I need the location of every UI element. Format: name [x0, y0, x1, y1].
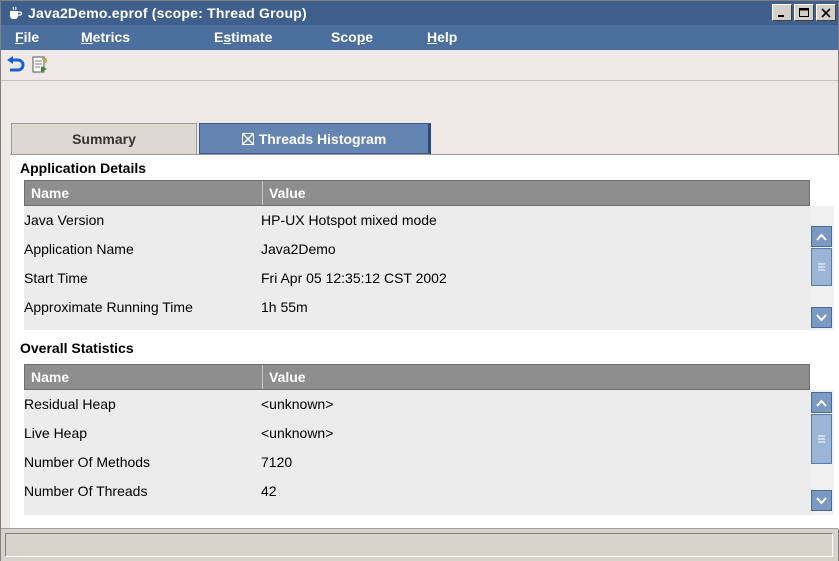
menu-metrics[interactable]: Metrics	[81, 29, 130, 46]
table-header: Name Value	[24, 180, 810, 206]
section-title-application-details: Application Details	[20, 160, 147, 176]
undo-icon[interactable]	[5, 55, 27, 75]
table-row[interactable]: Residual Heap <unknown>	[24, 390, 810, 419]
tab-summary[interactable]: Summary	[11, 123, 197, 154]
export-icon[interactable]	[29, 55, 51, 75]
table-row[interactable]: Number Of Threads 42	[24, 477, 810, 506]
minimize-icon[interactable]	[772, 4, 792, 21]
tab-threads-histogram[interactable]: Threads Histogram	[199, 123, 431, 154]
status-bar	[1, 528, 838, 561]
scroll-down-icon[interactable]	[811, 490, 832, 511]
window-controls	[770, 4, 836, 22]
cell-value: HP-UX Hotspot mixed mode	[261, 212, 437, 228]
column-header-name[interactable]: Name	[25, 181, 263, 205]
cell-name: Live Heap	[24, 425, 88, 441]
scroll-thumb[interactable]	[811, 414, 832, 464]
table-row[interactable]: Number Of Methods 7120	[24, 448, 810, 477]
table-row[interactable]: Application Name Java2Demo	[24, 235, 810, 264]
menu-bar: File Metrics Estimate Scope Help	[1, 25, 838, 50]
menu-help[interactable]: Help	[427, 29, 457, 46]
menu-file[interactable]: File	[15, 29, 39, 46]
table-row[interactable]: Live Heap <unknown>	[24, 419, 810, 448]
table-row[interactable]: Java Version HP-UX Hotspot mixed mode	[24, 206, 810, 235]
overall-statistics-table: Residual Heap <unknown> Live Heap <unkno…	[24, 390, 810, 515]
cell-name: Application Name	[24, 241, 134, 257]
cell-value: 42	[261, 483, 277, 499]
scroll-down-icon[interactable]	[811, 307, 832, 328]
column-header-value[interactable]: Value	[263, 365, 809, 389]
checkbox-icon[interactable]	[241, 133, 254, 145]
tab-strip: Summary Threads Histogram	[1, 81, 838, 157]
summary-panel: Application Details Name Value Java Vers…	[10, 154, 839, 529]
cell-value: <unknown>	[261, 396, 334, 412]
maximize-icon[interactable]	[794, 4, 814, 21]
table-row[interactable]: Approximate Running Time 1h 55m	[24, 293, 810, 322]
cell-value: <unknown>	[261, 425, 334, 441]
cell-value: 7120	[261, 454, 293, 470]
cell-name: Approximate Running Time	[24, 299, 193, 315]
scroll-up-icon[interactable]	[811, 226, 832, 247]
cell-value: Java2Demo	[261, 241, 336, 257]
cell-value: Fri Apr 05 12:35:12 CST 2002	[261, 270, 447, 286]
status-text	[5, 533, 833, 557]
cell-value: 1h 55m	[261, 299, 308, 315]
cell-name: Start Time	[24, 270, 88, 286]
menu-estimate[interactable]: Estimate	[214, 29, 272, 46]
application-details-table: Java Version HP-UX Hotspot mixed mode Ap…	[24, 206, 810, 330]
table-header: Name Value	[24, 364, 810, 390]
section-title-overall-statistics: Overall Statistics	[20, 340, 134, 356]
cell-name: Java Version	[24, 212, 105, 228]
toolbar	[1, 50, 838, 81]
column-header-value[interactable]: Value	[263, 181, 809, 205]
column-header-name[interactable]: Name	[25, 365, 263, 389]
cell-name: Number Of Threads	[24, 483, 148, 499]
cell-name: Number Of Methods	[24, 454, 151, 470]
scroll-up-icon[interactable]	[811, 392, 832, 413]
title-bar[interactable]: Java2Demo.eprof (scope: Thread Group)	[1, 1, 838, 25]
scroll-thumb[interactable]	[811, 248, 832, 286]
close-icon[interactable]	[816, 4, 836, 21]
application-window: Java2Demo.eprof (scope: Thread Group) Fi…	[0, 0, 839, 561]
cell-name: Residual Heap	[24, 396, 116, 412]
vertical-scrollbar[interactable]	[810, 206, 834, 330]
window-title: Java2Demo.eprof (scope: Thread Group)	[28, 5, 307, 21]
coffee-cup-icon	[8, 6, 23, 20]
menu-scope[interactable]: Scope	[331, 29, 373, 46]
table-row[interactable]: Start Time Fri Apr 05 12:35:12 CST 2002	[24, 264, 810, 293]
vertical-scrollbar[interactable]	[810, 390, 834, 515]
